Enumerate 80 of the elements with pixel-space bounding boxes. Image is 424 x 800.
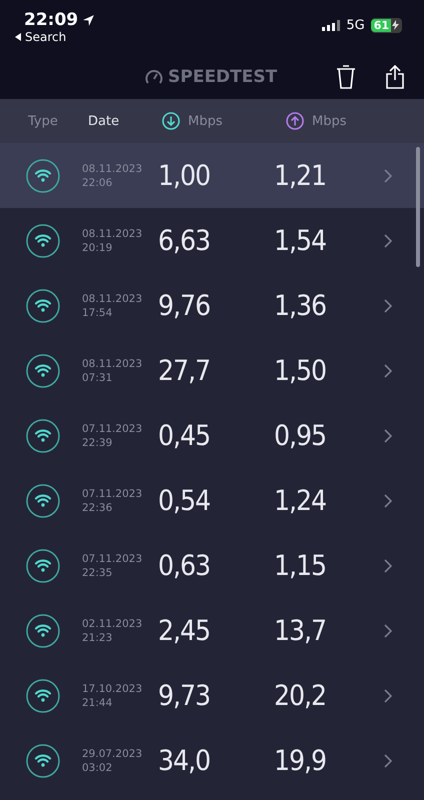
upload-speed: 20,2 (274, 679, 328, 712)
test-date: 08.11.2023 (82, 356, 144, 370)
result-row[interactable]: 08.11.2023 22:06 1,00 1,21 (0, 143, 424, 208)
download-speed: 1,00 (158, 159, 212, 192)
wifi-icon (26, 158, 60, 192)
test-time: 21:23 (82, 630, 114, 644)
battery-indicator: 61 (370, 18, 402, 32)
download-speed: 34,0 (158, 744, 212, 777)
test-time: 17:54 (82, 306, 114, 320)
wifi-icon (26, 614, 60, 648)
test-time: 22:06 (82, 176, 114, 190)
back-link[interactable]: Search (14, 30, 96, 44)
wifi-icon (26, 354, 60, 388)
upload-speed: 19,9 (274, 744, 328, 777)
test-date: 29.07.2023 (82, 746, 144, 760)
test-date: 07.11.2023 (82, 486, 144, 500)
chevron-right-icon (384, 494, 392, 508)
chevron-right-icon (384, 754, 392, 768)
wifi-icon (26, 224, 60, 258)
chevron-right-icon (384, 298, 392, 312)
share-icon[interactable] (386, 65, 404, 89)
upload-speed: 13,7 (274, 614, 328, 647)
test-date: 08.11.2023 (82, 226, 144, 240)
chevron-right-icon (384, 364, 392, 378)
clock-time: 22:09 (24, 10, 78, 30)
download-speed: 6,63 (158, 224, 212, 257)
back-triangle-icon (14, 33, 22, 41)
wifi-icon (26, 678, 60, 712)
download-speed: 27,7 (158, 354, 212, 387)
chevron-right-icon (384, 234, 392, 248)
chevron-right-icon (384, 168, 392, 182)
column-header[interactable]: Type (0, 114, 88, 128)
scrollbar[interactable] (416, 147, 420, 267)
test-time: 22:35 (82, 566, 114, 580)
wifi-icon (26, 484, 60, 518)
download-speed: 0,63 (158, 549, 212, 582)
download-speed: 2,45 (158, 614, 212, 647)
speedometer-icon (145, 69, 163, 85)
test-time: 21:44 (82, 696, 114, 710)
download-speed: 0,45 (158, 419, 212, 452)
signal-icon (322, 20, 340, 30)
column-header[interactable]: Mbps (188, 114, 222, 128)
wifi-icon (26, 288, 60, 322)
chevron-right-icon (384, 688, 392, 702)
network-type: 5G (346, 18, 365, 32)
upload-speed: 1,21 (274, 159, 328, 192)
column-header[interactable]: Date (88, 114, 162, 128)
upload-speed: 1,24 (274, 484, 328, 517)
test-time: 22:36 (82, 500, 114, 514)
chevron-right-icon (384, 624, 392, 638)
location-arrow-icon (82, 14, 96, 26)
chevron-right-icon (384, 428, 392, 442)
test-date: 02.11.2023 (82, 616, 144, 630)
upload-speed: 0,95 (274, 419, 328, 452)
test-date: 07.11.2023 (82, 552, 144, 566)
test-time: 07:31 (82, 370, 114, 384)
download-speed: 9,73 (158, 679, 212, 712)
back-label: Search (25, 30, 66, 44)
upload-speed: 1,50 (274, 354, 328, 387)
upload-icon (286, 112, 304, 130)
chevron-right-icon (384, 558, 392, 572)
upload-speed: 1,36 (274, 289, 328, 322)
test-date: 08.11.2023 (82, 292, 144, 306)
test-time: 22:39 (82, 436, 114, 450)
wifi-icon (26, 418, 60, 452)
wifi-icon (26, 744, 60, 778)
test-time: 20:19 (82, 240, 114, 254)
download-speed: 0,54 (158, 484, 212, 517)
trash-icon[interactable] (336, 65, 356, 89)
test-date: 17.10.2023 (82, 682, 144, 696)
download-speed: 9,76 (158, 289, 212, 322)
test-date: 08.11.2023 (82, 162, 144, 176)
wifi-icon (26, 548, 60, 582)
app-logo-text: SPEEDTEST (168, 67, 278, 87)
test-time: 03:02 (82, 760, 114, 774)
upload-speed: 1,15 (274, 549, 328, 582)
test-date: 07.11.2023 (82, 422, 144, 436)
download-icon (162, 112, 180, 130)
column-header[interactable]: Mbps (312, 114, 346, 128)
upload-speed: 1,54 (274, 224, 328, 257)
